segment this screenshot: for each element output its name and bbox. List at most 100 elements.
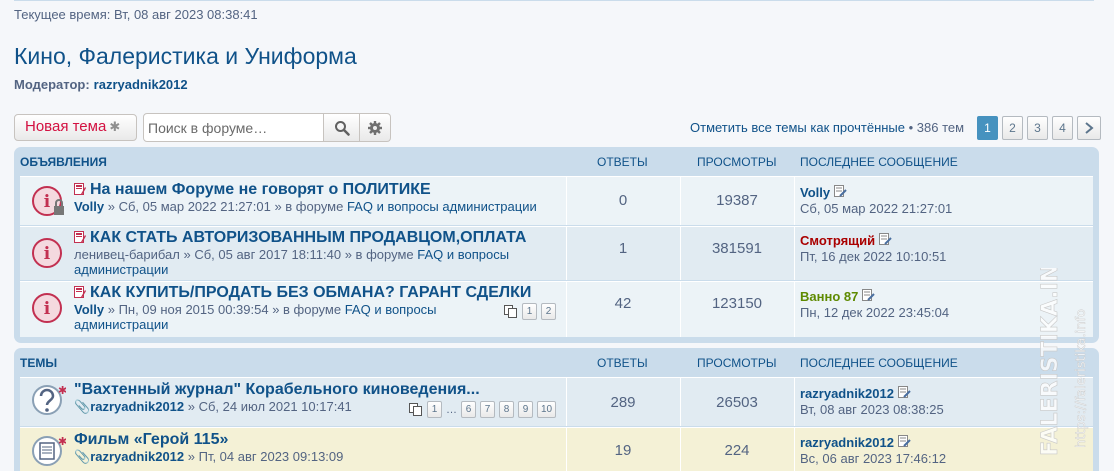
forum-link[interactable]: FAQ и вопросы администрации [347,199,537,214]
views-count: 123150 [711,295,763,312]
topic-page-link[interactable]: 2 [541,303,556,320]
author-link[interactable]: Volly [74,199,104,214]
topic-page-link[interactable]: 6 [461,401,476,418]
page-3[interactable]: 3 [1027,116,1048,140]
topic-row[interactable]: ✱ "Вахтенный журнал" Корабельного кинове… [20,377,1093,426]
last-post-date: Вт, 08 авг 2023 08:38:25 [800,402,944,417]
last-post: Volly Сб, 05 мар 2022 21:27:01 [800,185,952,217]
last-post-author[interactable]: Смотрящий [800,233,875,248]
forum-title[interactable]: Кино, Фалеристика и Униформа [14,43,357,70]
topic-page-link[interactable]: 1 [427,401,442,418]
topic-page-link[interactable]: 1 [522,303,537,320]
col-replies: ОТВЕТЫ [597,356,648,370]
announcements-heading: ОБЪЯВЛЕНИЯ [20,155,107,169]
topic-icon: ✱ [32,435,66,466]
views-count: 26503 [716,394,758,411]
chevron-right-icon [1085,122,1094,134]
page-4[interactable]: 4 [1052,116,1073,140]
author-link[interactable]: razryadnik2012 [90,399,184,414]
attachment-icon: 📎 [74,449,91,464]
advanced-search-button[interactable] [360,113,391,142]
pagination: 1 2 3 4 [977,116,1101,140]
new-topic-button[interactable]: Новая тема ✱ [14,114,137,141]
svg-text:i: i [44,244,51,264]
page-1[interactable]: 1 [977,116,998,140]
last-post: Ванно 87 Пн, 12 дек 2022 23:45:04 [800,289,949,321]
page-2[interactable]: 2 [1002,116,1023,140]
svg-text:https://faleristika.info: https://faleristika.info [1074,309,1089,448]
announcement-locked-icon: i [32,186,64,216]
col-last-post: ПОСЛЕДНЕЕ СООБЩЕНИЕ [800,155,958,169]
search-input[interactable] [143,113,324,142]
announcement-icon: i [32,238,62,268]
topic-pagination: 1 … 6 7 8 9 10 [409,401,556,418]
topic-page-link[interactable]: 10 [537,401,556,418]
svg-text:FALERISTIKA.INFO: FALERISTIKA.INFO [1038,268,1063,456]
attachment-icon: 📎 [74,399,91,414]
new-topic-label: Новая тема [25,118,107,135]
replies-count: 1 [618,240,628,257]
last-post: Смотрящий Пт, 16 дек 2022 10:10:51 [800,233,946,265]
view-latest-post-icon[interactable] [897,386,911,398]
search-icon [334,120,350,136]
moderator-label: Модератор: [14,77,90,92]
topics-heading: ТЕМЫ [20,356,58,370]
view-latest-post-icon[interactable] [833,185,847,197]
col-views: ПРОСМОТРЫ [697,155,777,169]
forum-search [143,113,391,142]
last-post-author[interactable]: Volly [800,185,830,200]
author-link[interactable]: ленивец-барибал [74,247,180,262]
last-post-author[interactable]: razryadnik2012 [800,435,894,450]
moderator-link[interactable]: razryadnik2012 [94,77,188,92]
topic-meta: Volly » Сб, 05 мар 2022 21:27:01 » в фор… [74,199,537,214]
pages-icon [504,305,517,318]
topic-page-link[interactable]: 9 [518,401,533,418]
topic-meta: 📎razryadnik2012 » Пт, 04 авг 2023 09:13:… [74,449,344,464]
announcement-row[interactable]: i КАК СТАТЬ АВТОРИЗОВАННЫМ ПРОДАВЦОМ,ОПЛ… [20,226,1093,280]
topic-row[interactable]: ✱ Фильм «Герой 115» 📎razryadnik2012 » Пт… [20,427,1093,471]
topics-count: • 386 тем [908,120,965,135]
topic-title-link[interactable]: "Вахтенный журнал" Корабельного киноведе… [74,381,480,399]
mark-read-line: Отметить все темы как прочтённые • 386 т… [690,120,964,135]
unread-post-icon [74,231,86,243]
top-divider [14,0,1094,1]
pages-icon [409,403,422,416]
last-post: razryadnik2012 Вт, 08 авг 2023 08:38:25 [800,386,944,418]
current-time: Текущее время: Вт, 08 авг 2023 08:38:41 [14,7,258,22]
last-post-date: Пт, 16 дек 2022 10:10:51 [800,249,947,264]
announcements-header: ОБЪЯВЛЕНИЯ ОТВЕТЫ ПРОСМОТРЫ ПОСЛЕДНЕЕ СО… [14,147,1099,174]
topic-title-link[interactable]: Фильм «Герой 115» [74,431,228,449]
col-replies: ОТВЕТЫ [597,155,648,169]
announcement-row[interactable]: i КАК КУПИТЬ/ПРОДАТЬ БЕЗ ОБМАНА? ГАРАНТ … [20,281,1093,337]
topics-panel: ТЕМЫ ОТВЕТЫ ПРОСМОТРЫ ПОСЛЕДНЕЕ СООБЩЕНИ… [14,348,1099,471]
topic-pagination: 1 2 [504,303,556,320]
topic-title-link[interactable]: КАК КУПИТЬ/ПРОДАТЬ БЕЗ ОБМАНА? ГАРАНТ СД… [74,284,531,302]
replies-count: 289 [610,394,636,411]
site-watermark: FALERISTIKA.INFO https://faleristika.inf… [1038,268,1090,456]
view-latest-post-icon[interactable] [897,435,911,447]
search-button[interactable] [324,113,360,142]
last-post: razryadnik2012 Вс, 06 авг 2023 17:46:12 [800,435,946,467]
topic-page-link[interactable]: 8 [499,401,514,418]
view-latest-post-icon[interactable] [861,289,875,301]
next-page-button[interactable] [1077,116,1101,140]
author-link[interactable]: razryadnik2012 [90,449,184,464]
last-post-author[interactable]: Ванно 87 [800,289,858,304]
topics-header: ТЕМЫ ОТВЕТЫ ПРОСМОТРЫ ПОСЛЕДНЕЕ СООБЩЕНИ… [14,348,1099,375]
unread-post-icon [74,183,86,195]
topic-title-link[interactable]: На нашем Форуме не говорят о ПОЛИТИКЕ [74,181,431,199]
topic-meta: Volly » Пн, 09 ноя 2015 00:39:54 » в фор… [74,302,437,332]
topic-title-link[interactable]: КАК СТАТЬ АВТОРИЗОВАННЫМ ПРОДАВЦОМ,ОПЛАТ… [74,229,526,247]
svg-text:i: i [44,192,51,212]
last-post-author[interactable]: razryadnik2012 [800,386,894,401]
mark-read-link[interactable]: Отметить все темы как прочтённые [690,120,905,135]
topic-page-link[interactable]: 7 [480,401,495,418]
svg-text:✱: ✱ [58,384,66,397]
view-latest-post-icon[interactable] [878,233,892,245]
announcement-row[interactable]: i На нашем Форуме не говорят о ПОЛИТИКЕ … [20,176,1093,225]
pagination-ellipsis: … [446,403,457,416]
author-link[interactable]: Volly [74,302,104,317]
col-views: ПРОСМОТРЫ [697,356,777,370]
announcement-icon: i [32,293,62,323]
views-count: 381591 [711,240,763,257]
